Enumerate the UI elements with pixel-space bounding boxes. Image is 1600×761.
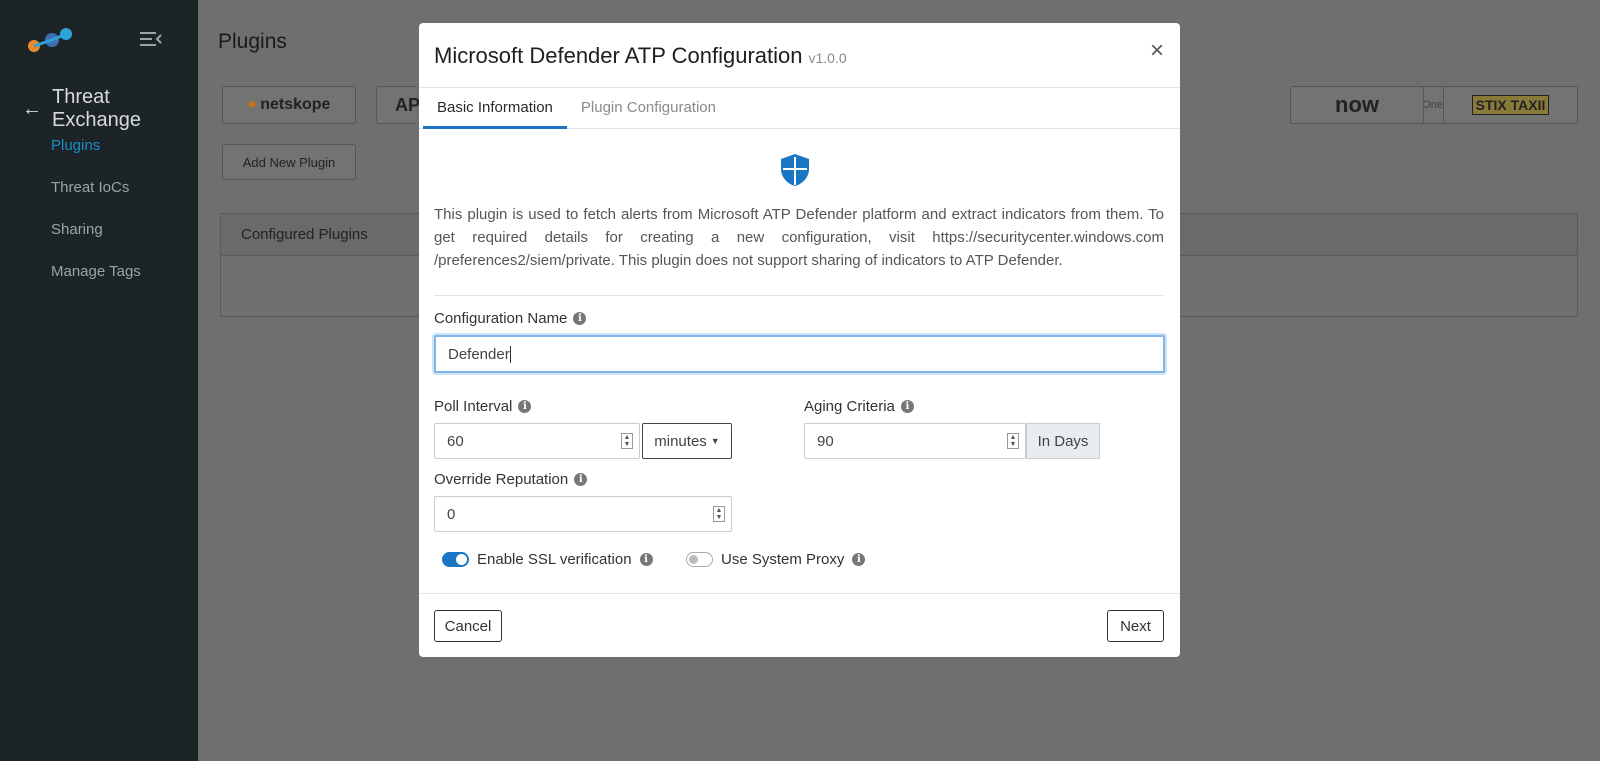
aging-criteria-label: Aging Criteria i: [804, 398, 914, 415]
plugin-configuration-modal: Microsoft Defender ATP Configuration v1.0…: [419, 23, 1180, 657]
modal-tabs: Basic Information Plugin Configuration: [419, 88, 1180, 129]
back-to-threat-exchange[interactable]: ← Threat Exchange: [22, 86, 198, 132]
modal-header: Microsoft Defender ATP Configuration v1.0…: [419, 23, 1180, 88]
info-icon[interactable]: i: [852, 553, 866, 566]
modal-footer: Cancel Next: [419, 593, 1180, 657]
ssl-verification-toggle[interactable]: [442, 552, 469, 567]
info-icon[interactable]: i: [639, 553, 653, 566]
number-spinner-icon[interactable]: ▲ ▼: [1007, 433, 1019, 449]
poll-interval-unit-select[interactable]: minutes ▼: [642, 423, 732, 459]
plugin-card-netskope[interactable]: ● netskope: [222, 86, 356, 124]
sidebar: ← Threat Exchange Plugins Threat IoCs Sh…: [0, 0, 198, 761]
add-new-plugin-button[interactable]: Add New Plugin: [222, 144, 356, 180]
override-reputation-input[interactable]: 0 ▲ ▼: [434, 496, 732, 532]
aging-criteria-input[interactable]: 90 ▲ ▼: [804, 423, 1026, 459]
modal-title: Microsoft Defender ATP Configuration: [434, 43, 803, 68]
sidebar-item-sharing[interactable]: Sharing: [51, 220, 141, 262]
sidebar-nav: Plugins Threat IoCs Sharing Manage Tags: [51, 136, 141, 304]
sidebar-item-plugins[interactable]: Plugins: [51, 136, 141, 178]
next-button[interactable]: Next: [1107, 610, 1164, 642]
text-cursor: [509, 345, 511, 363]
cancel-button[interactable]: Cancel: [434, 610, 502, 642]
page-title: Plugins: [218, 30, 287, 53]
plugin-card-stix-taxii[interactable]: STIX TAXII: [1443, 86, 1578, 124]
info-icon[interactable]: i: [573, 312, 587, 325]
section-title: Threat Exchange: [52, 86, 141, 131]
poll-interval-input[interactable]: 60 ▲ ▼: [434, 423, 640, 459]
netskope-mark-icon: ●: [247, 96, 258, 113]
override-reputation-label: Override Reputation i: [434, 471, 588, 488]
menu-collapse-icon[interactable]: [140, 30, 162, 48]
sidebar-item-threat-iocs[interactable]: Threat IoCs: [51, 178, 141, 220]
configuration-name-label: Configuration Name i: [434, 310, 587, 327]
system-proxy-toggle-row: Use System Proxy i: [686, 551, 866, 568]
info-icon[interactable]: i: [518, 400, 532, 413]
netskope-logo-icon[interactable]: [26, 26, 74, 56]
plugin-card-servicenow[interactable]: now: [1290, 86, 1424, 124]
info-icon[interactable]: i: [574, 473, 588, 486]
aging-criteria-unit: In Days: [1026, 423, 1100, 459]
plugin-card-ap[interactable]: AP: [376, 86, 420, 124]
sidebar-item-manage-tags[interactable]: Manage Tags: [51, 262, 141, 304]
info-icon[interactable]: i: [900, 400, 914, 413]
divider: [434, 295, 1164, 296]
plugin-description: This plugin is used to fetch alerts from…: [434, 206, 1164, 269]
system-proxy-toggle[interactable]: [686, 552, 713, 567]
number-spinner-icon[interactable]: ▲ ▼: [621, 433, 633, 449]
caret-down-icon: ▼: [710, 436, 720, 446]
plugin-version: v1.0.0: [808, 50, 847, 66]
arrow-left-icon: ←: [22, 97, 42, 120]
ssl-verification-toggle-row: Enable SSL verification i: [442, 551, 653, 568]
close-icon[interactable]: ×: [1150, 39, 1164, 63]
tab-plugin-configuration[interactable]: Plugin Configuration: [567, 88, 730, 129]
poll-interval-label: Poll Interval i: [434, 398, 532, 415]
defender-shield-icon: [781, 154, 809, 186]
configuration-name-input[interactable]: Defender: [434, 335, 1165, 373]
number-spinner-icon[interactable]: ▲ ▼: [713, 506, 725, 522]
tab-basic-information[interactable]: Basic Information: [423, 88, 567, 129]
modal-body: This plugin is used to fetch alerts from…: [419, 129, 1180, 595]
